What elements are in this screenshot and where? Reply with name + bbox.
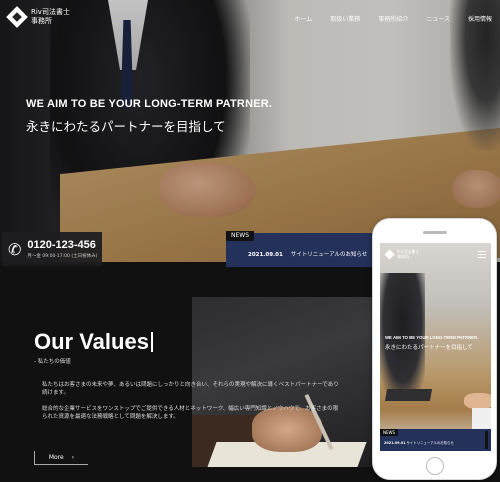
values-title: Our Values: [34, 329, 153, 355]
mobile-logo-icon: [384, 248, 395, 260]
nav-item-about[interactable]: 事務所紹介: [378, 14, 408, 23]
values-subtitle: - 私たちの価値: [34, 359, 71, 365]
mobile-logo-text: Riv司法書士 事務所: [397, 249, 420, 259]
mobile-news-label: NEWS: [380, 429, 399, 436]
main-nav: ホーム 取扱い業務 事務所紹介 ニュース 採用情報: [294, 14, 492, 23]
mobile-photo-man: [380, 273, 425, 393]
mobile-news-date: 2021.09.01: [384, 441, 406, 445]
news-title: サイトリニューアルのお知らせ: [290, 252, 368, 258]
hero-tagline-en: WE AIM TO BE YOUR LONG-TERM PATRNER.: [26, 98, 273, 110]
nav-item-home[interactable]: ホーム: [294, 14, 312, 23]
phone-number: 0120-123-456: [27, 239, 96, 251]
logo-icon: [6, 6, 28, 28]
news-label: NEWS: [226, 231, 254, 241]
hamburger-menu-icon[interactable]: [478, 251, 486, 260]
news-date: 2021.09.01: [248, 252, 283, 258]
arrow-right-icon: ›: [71, 454, 75, 461]
nav-item-news[interactable]: ニュース: [426, 14, 450, 23]
mobile-news-item[interactable]: 2021.09.01 サイトリニューアルのお知らせ: [384, 440, 454, 445]
nav-item-recruit[interactable]: 採用情報: [468, 14, 492, 23]
mobile-news-title: サイトリニューアルのお知らせ: [406, 441, 454, 445]
mobile-photo-laptop: [384, 389, 433, 401]
nav-item-services[interactable]: 取扱い業務: [330, 14, 360, 23]
news-item[interactable]: 2021.09.01 サイトリニューアルのお知らせ: [248, 250, 367, 258]
site-logo[interactable]: Riv司法書士 事務所: [6, 6, 70, 28]
mobile-news-bar[interactable]: NEWS 2021.09.01 サイトリニューアルのお知らせ: [380, 429, 491, 451]
mobile-tagline-en: WE AIM TO BE YOUR LONG-TERM PATRNER.: [385, 335, 479, 340]
mobile-scroll-indicator: [485, 431, 488, 449]
phone-home-button: [426, 457, 444, 475]
values-title-text: Our Values: [34, 329, 149, 354]
mobile-logo[interactable]: Riv司法書士 事務所: [384, 248, 420, 260]
more-button[interactable]: More ›: [34, 451, 88, 465]
phone-contact[interactable]: ✆ 0120-123-456 月〜金 09:00-17:00 (土日祝休み): [2, 232, 102, 266]
phone-icon: ✆: [8, 239, 22, 259]
news-bar[interactable]: NEWS 2021.09.01 サイトリニューアルのお知らせ: [226, 231, 376, 267]
hero-tagline-jp: 永きにわたるパートナーを目指して: [26, 119, 226, 134]
logo-text: Riv司法書士 事務所: [31, 8, 70, 25]
mobile-screen: Riv司法書士 事務所 WE AIM TO BE YOUR LONG-TERM …: [380, 243, 491, 451]
phone-speaker: [423, 231, 447, 234]
phone-hours: 月〜金 09:00-17:00 (土日祝休み): [27, 254, 98, 259]
text-cursor: [150, 332, 153, 352]
smartphone-mockup: Riv司法書士 事務所 WE AIM TO BE YOUR LONG-TERM …: [372, 218, 497, 480]
more-button-label: More: [48, 454, 64, 461]
values-paragraph-2: 総合的な企業サービスをワンストップでご提供できる人材とネットワーク、幅広い専門知…: [42, 406, 339, 420]
mobile-photo-hand: [464, 393, 491, 409]
values-paragraph-1: 私たちはお客さまの未来や夢、あるいは問題にしっかりと向き合い、それらの実現や解決…: [42, 382, 339, 396]
mobile-tagline-jp: 永きにわたるパートナーを目指して: [385, 345, 473, 351]
